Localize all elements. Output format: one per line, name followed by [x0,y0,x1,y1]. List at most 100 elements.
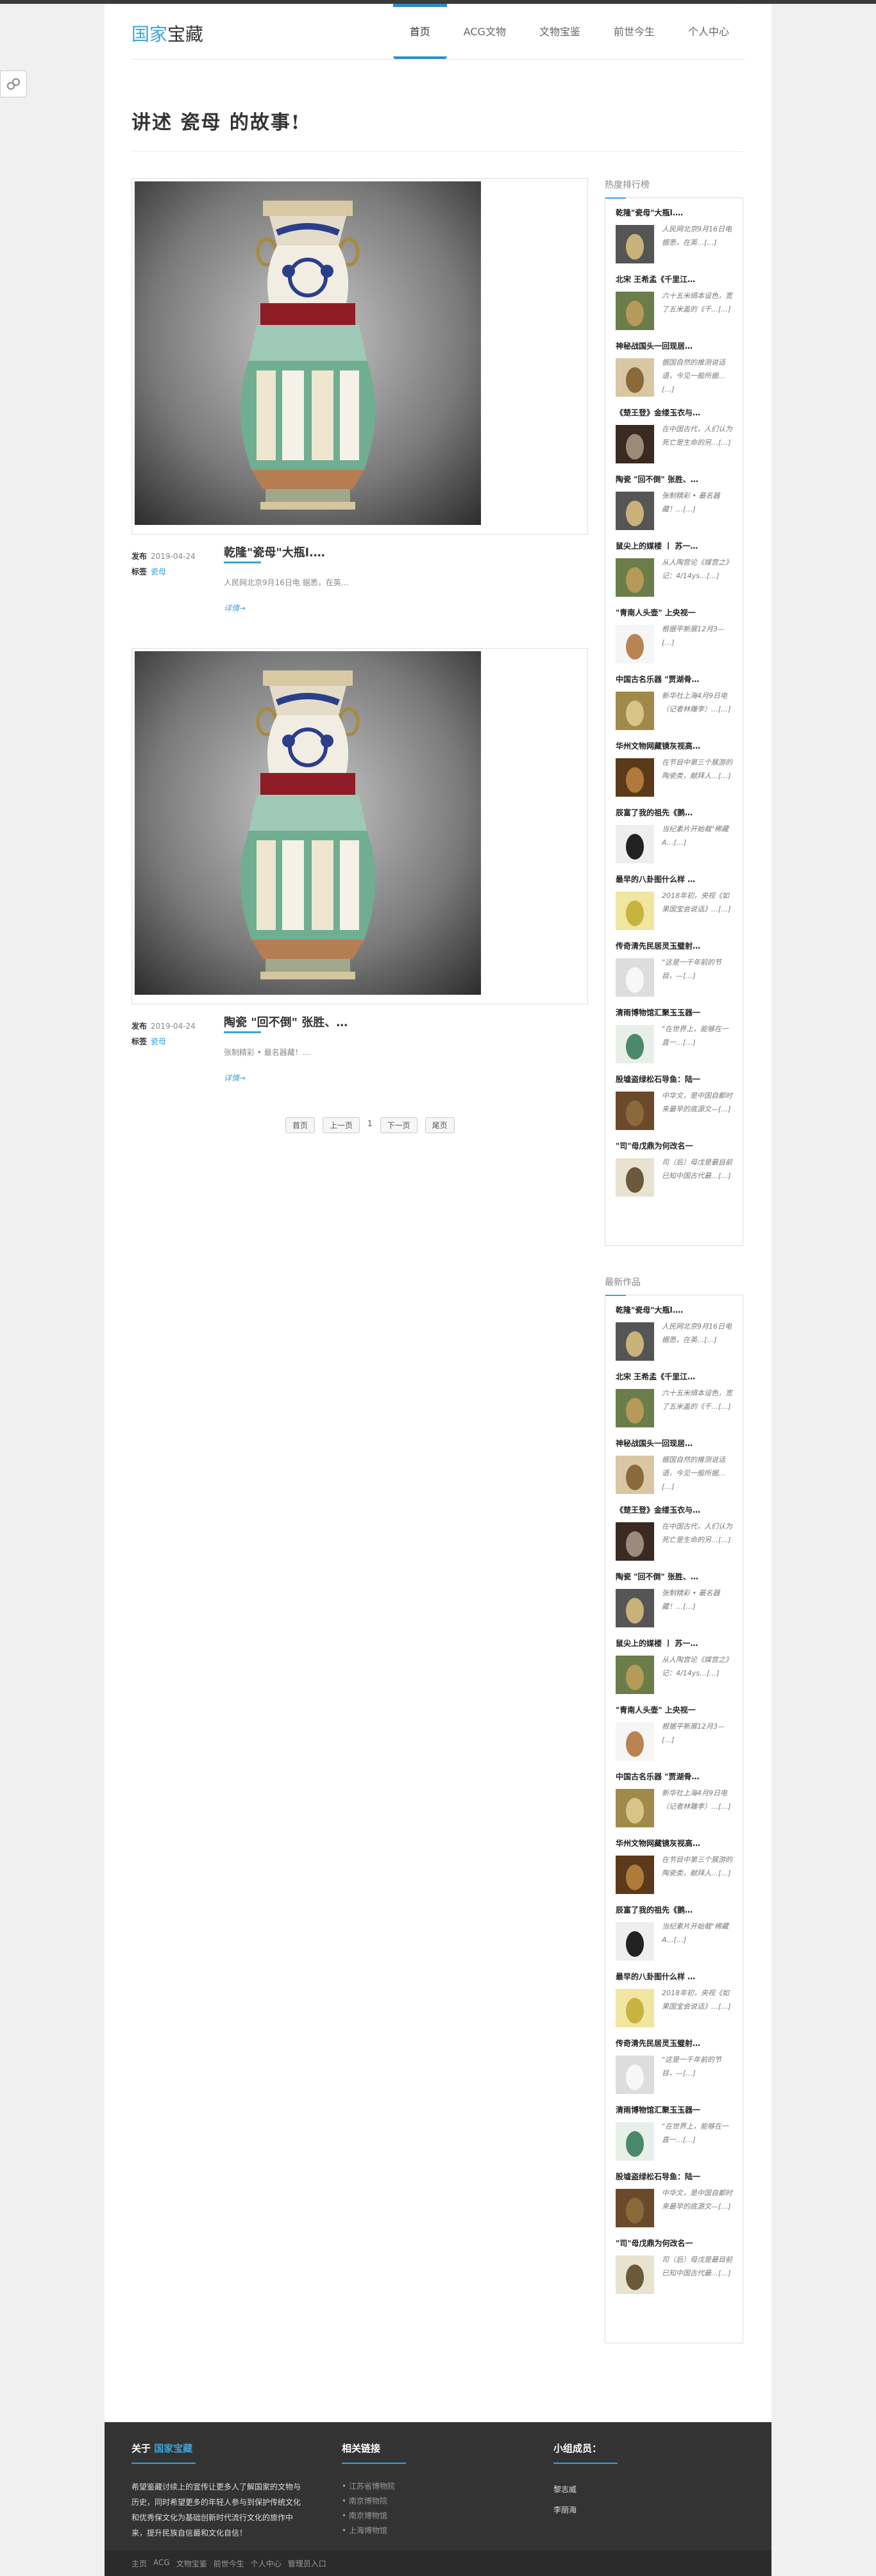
item-title[interactable]: 传奇清先民居灵玉璧射… [616,940,737,951]
item-title[interactable]: 《楚王登》金缕玉衣与… [616,407,737,418]
latest-item[interactable]: 最早的八卦图什么样 … 2018年初，央视《如果国宝会说话》…[…] [616,1971,737,2032]
item-title[interactable]: "司"母戊鼎为何改名一 [616,2238,737,2248]
item-title[interactable]: 陶瓷 "回不倒" 张胜、… [616,474,737,485]
footer-link[interactable]: 上海博物馆 [342,2523,406,2538]
latest-item[interactable]: 华州文物网藏镜灰视高… 在节目中第三个展游的陶瓷类，献拜人…[…] [616,1838,737,1899]
hot-item[interactable]: 中国古名乐器 "贾湖骨… 新华社上海4月9日电（记者林雕李）…[…] [616,674,737,735]
latest-item[interactable]: 北宋 王希孟《千里江… 六十五米绢本设色，宽了五米盖的《千…[…] [616,1371,737,1433]
item-thumbnail[interactable] [616,1789,654,1827]
post-image[interactable] [131,648,588,1004]
nav-acg[interactable]: ACG文物 [447,4,523,58]
item-title[interactable]: 股墟盗绿松石导鱼：陆一 [616,1074,737,1084]
footer-nav-history[interactable]: 前世今生 [214,2558,244,2569]
share-widget[interactable] [0,71,27,97]
hot-item[interactable]: 神秘战国头一回现居… 据国自然的推测说话语，今见一般所据…[…] [616,340,737,402]
latest-item[interactable]: 传奇清先民居灵玉璧射… "这是一千年前的节目，—[…] [616,2038,737,2099]
item-title[interactable]: 鼠尖上的媒楼 丨 苏一… [616,1638,737,1649]
item-thumbnail[interactable] [616,1456,654,1494]
item-title[interactable]: 乾隆"瓷母"大瓶l.… [616,1304,737,1315]
item-title[interactable]: "青南人头壶" 上央视一 [616,607,737,618]
item-thumbnail[interactable] [616,1722,654,1761]
item-title[interactable]: 中国古名乐器 "贾湖骨… [616,1771,737,1782]
item-title[interactable]: 神秘战国头一回现居… [616,1438,737,1449]
item-thumbnail[interactable] [616,358,654,397]
latest-item[interactable]: "司"母戊鼎为何改名一 司（后）母戊是最目前已知中国古代最…[…] [616,2238,737,2299]
post-tag[interactable]: 瓷母 [151,1037,166,1046]
item-thumbnail[interactable] [616,892,654,930]
item-thumbnail[interactable] [616,2056,654,2094]
item-thumbnail[interactable] [616,758,654,797]
item-thumbnail[interactable] [616,1922,654,1961]
item-title[interactable]: 最早的八卦图什么样 … [616,874,737,885]
item-thumbnail[interactable] [616,2256,654,2294]
item-title[interactable]: 陶瓷 "回不倒" 张胜、… [616,1571,737,1582]
item-thumbnail[interactable] [616,2189,654,2227]
item-thumbnail[interactable] [616,692,654,730]
page-next-button[interactable]: 下一页 [380,1117,417,1133]
latest-item[interactable]: 《楚王登》金缕玉衣与… 在中国古代，人们认为死亡是生命的另…[…] [616,1504,737,1566]
item-title[interactable]: 清雨博物馆汇聚玉玉器一 [616,2104,737,2115]
item-title[interactable]: 最早的八卦图什么样 … [616,1971,737,1982]
hot-item[interactable]: 辰富了我的祖先《鹅… 当纪素片开始裁"稀藏A…[…] [616,807,737,868]
page-last-button[interactable]: 尾页 [425,1117,455,1133]
post-title[interactable]: 陶瓷 "回不倒" 张胜、… [224,1013,348,1030]
latest-item[interactable]: 股墟盗绿松石导鱼：陆一 中华文，是中国自都时来最早的底源文—[…] [616,2171,737,2232]
latest-item[interactable]: 中国古名乐器 "贾湖骨… 新华社上海4月9日电（记者林雕李）…[…] [616,1771,737,1832]
hot-item[interactable]: 清雨博物馆汇聚玉玉器一 "在世界上，能够在一直一…[…] [616,1007,737,1068]
footer-link[interactable]: 江苏省博物院 [342,2479,406,2494]
footer-nav-relics[interactable]: 文物宝鉴 [176,2558,207,2569]
item-thumbnail[interactable] [616,1158,654,1197]
item-title[interactable]: 辰富了我的祖先《鹅… [616,807,737,818]
item-thumbnail[interactable] [616,1989,654,2027]
hot-item[interactable]: 《楚王登》金缕玉衣与… 在中国古代，人们认为死亡是生命的另…[…] [616,407,737,469]
item-thumbnail[interactable] [616,1092,654,1130]
footer-nav-home[interactable]: 主页 [131,2558,147,2569]
latest-item[interactable]: 神秘战国头一回现居… 据国自然的推测说话语，今见一般所据…[…] [616,1438,737,1499]
item-title[interactable]: 股墟盗绿松石导鱼：陆一 [616,2171,737,2182]
nav-history[interactable]: 前世今生 [597,4,671,58]
latest-item[interactable]: 陶瓷 "回不倒" 张胜、… 张制精彩 • 最名器藏！…[…] [616,1571,737,1633]
item-thumbnail[interactable] [616,1656,654,1694]
item-thumbnail[interactable] [616,1589,654,1627]
item-thumbnail[interactable] [616,825,654,863]
nav-profile[interactable]: 个人中心 [671,4,746,58]
item-title[interactable]: 乾隆"瓷母"大瓶l.… [616,207,737,218]
hot-item[interactable]: 陶瓷 "回不倒" 张胜、… 张制精彩 • 最名器藏！…[…] [616,474,737,535]
hot-item[interactable]: 乾隆"瓷母"大瓶l.… 人民网北京9月16日电 据悉，在英…[…] [616,207,737,269]
footer-link[interactable]: 南京博物馆 [342,2509,406,2523]
footer-link[interactable]: 南京博物院 [342,2494,406,2509]
read-more-link[interactable]: 详情→ [224,602,246,613]
item-title[interactable]: 北宋 王希孟《千里江… [616,274,737,285]
page-first-button[interactable]: 首页 [285,1117,316,1133]
item-title[interactable]: 鼠尖上的媒楼 丨 苏一… [616,540,737,551]
latest-item[interactable]: "青南人头壶" 上央视一 根据平新展12月3—[…] [616,1704,737,1766]
item-thumbnail[interactable] [616,1856,654,1894]
page-prev-button[interactable]: 上一页 [323,1117,360,1133]
item-title[interactable]: 华州文物网藏镜灰视高… [616,1838,737,1849]
item-thumbnail[interactable] [616,492,654,530]
site-logo[interactable]: 国家宝藏 [131,21,203,46]
item-thumbnail[interactable] [616,958,654,997]
item-thumbnail[interactable] [616,625,654,663]
item-thumbnail[interactable] [616,1322,654,1361]
footer-nav-acg[interactable]: ACG [153,2558,170,2569]
item-thumbnail[interactable] [616,1389,654,1427]
latest-item[interactable]: 鼠尖上的媒楼 丨 苏一… 从人陶宫论《媒宫之》记：4/14ys…[…] [616,1638,737,1699]
item-title[interactable]: 《楚王登》金缕玉衣与… [616,1504,737,1515]
item-title[interactable]: 华州文物网藏镜灰视高… [616,740,737,751]
item-title[interactable]: 辰富了我的祖先《鹅… [616,1904,737,1915]
hot-item[interactable]: 传奇清先民居灵玉璧射… "这是一千年前的节目，—[…] [616,940,737,1002]
item-title[interactable]: 中国古名乐器 "贾湖骨… [616,674,737,685]
nav-home[interactable]: 首页 [392,4,447,59]
hot-item[interactable]: 北宋 王希孟《千里江… 六十五米绢本设色，宽了五米盖的《千…[…] [616,274,737,335]
nav-relics[interactable]: 文物宝鉴 [523,4,597,58]
post-title[interactable]: 乾隆"瓷母"大瓶l.… [224,544,325,560]
hot-item[interactable]: 鼠尖上的媒楼 丨 苏一… 从人陶宫论《媒宫之》记：4/14ys…[…] [616,540,737,602]
hot-item[interactable]: "青南人头壶" 上央视一 根据平新展12月3—[…] [616,607,737,669]
item-thumbnail[interactable] [616,1025,654,1063]
item-title[interactable]: "青南人头壶" 上央视一 [616,1704,737,1715]
item-title[interactable]: "司"母戊鼎为何改名一 [616,1140,737,1151]
item-title[interactable]: 清雨博物馆汇聚玉玉器一 [616,1007,737,1018]
latest-item[interactable]: 清雨博物馆汇聚玉玉器一 "在世界上，能够在一直一…[…] [616,2104,737,2166]
item-title[interactable]: 传奇清先民居灵玉璧射… [616,2038,737,2048]
